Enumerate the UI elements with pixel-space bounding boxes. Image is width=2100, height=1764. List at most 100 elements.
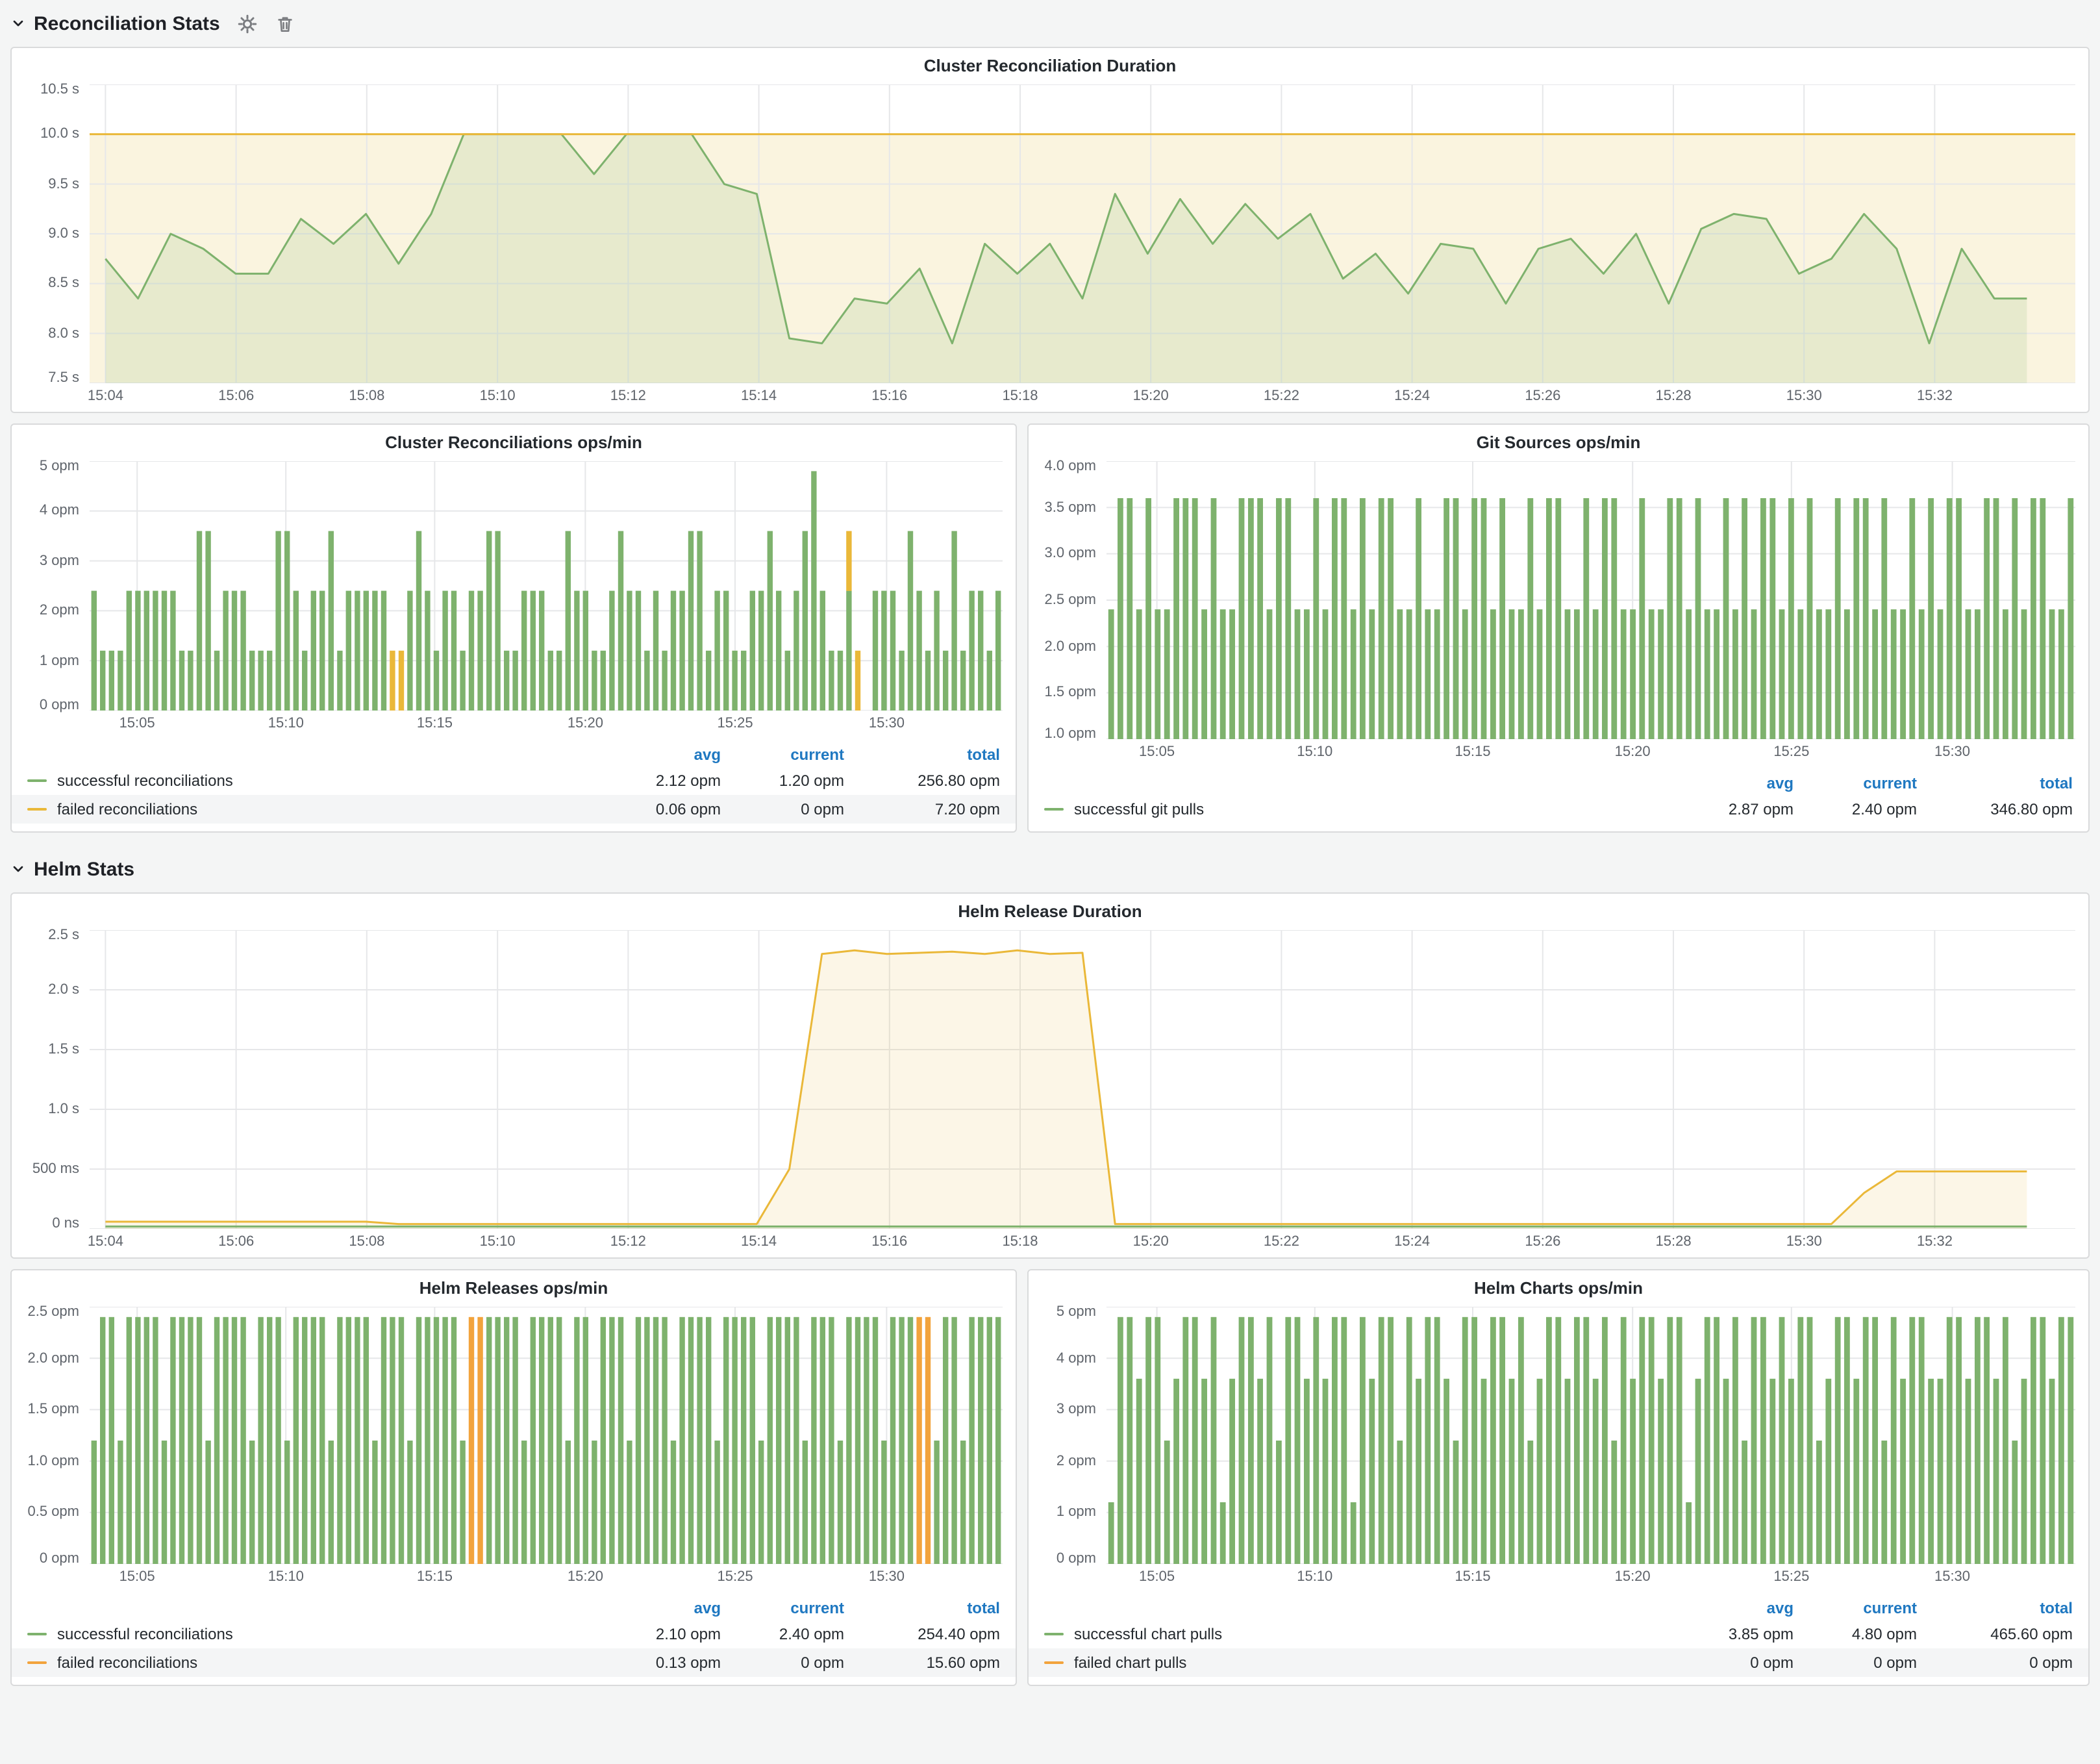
bar[interactable] bbox=[1769, 498, 1775, 739]
bar[interactable] bbox=[846, 531, 851, 591]
bar[interactable] bbox=[1211, 498, 1217, 739]
bar[interactable] bbox=[1667, 1317, 1673, 1564]
bar[interactable] bbox=[329, 531, 334, 711]
bar[interactable] bbox=[197, 531, 202, 711]
bar[interactable] bbox=[2049, 1379, 2055, 1564]
bar[interactable] bbox=[451, 591, 456, 711]
bar[interactable] bbox=[2068, 498, 2073, 739]
bar[interactable] bbox=[477, 591, 482, 711]
bar[interactable] bbox=[794, 591, 799, 711]
bar[interactable] bbox=[311, 1317, 316, 1564]
bar[interactable] bbox=[601, 651, 606, 711]
panel-title[interactable]: Helm Charts ops/min bbox=[1029, 1270, 2088, 1307]
bar[interactable] bbox=[1518, 1317, 1524, 1564]
bar[interactable] bbox=[1285, 1317, 1291, 1564]
bar[interactable] bbox=[679, 1317, 684, 1564]
bar[interactable] bbox=[1956, 1317, 1962, 1564]
bar[interactable] bbox=[1397, 609, 1403, 739]
bar[interactable] bbox=[1863, 1317, 1869, 1564]
bar[interactable] bbox=[1555, 1317, 1561, 1564]
legend-header-avg[interactable]: avg bbox=[597, 745, 721, 763]
bar[interactable] bbox=[1509, 609, 1515, 739]
legend-series-label[interactable]: failed chart pulls bbox=[1044, 1654, 1670, 1672]
bar[interactable] bbox=[750, 591, 755, 711]
bar[interactable] bbox=[688, 531, 694, 711]
bar[interactable] bbox=[1602, 498, 1608, 739]
bar[interactable] bbox=[1975, 609, 1981, 739]
row-delete-button[interactable] bbox=[276, 14, 295, 33]
bar[interactable] bbox=[714, 1441, 719, 1564]
bar[interactable] bbox=[671, 591, 676, 711]
bar[interactable] bbox=[2031, 498, 2036, 739]
bar[interactable] bbox=[1397, 1441, 1403, 1564]
bar[interactable] bbox=[1173, 498, 1179, 739]
bar[interactable] bbox=[1332, 1317, 1338, 1564]
bar[interactable] bbox=[855, 651, 860, 711]
bar[interactable] bbox=[1658, 609, 1664, 739]
bar[interactable] bbox=[1509, 1379, 1515, 1564]
bar[interactable] bbox=[1966, 609, 1971, 739]
bar[interactable] bbox=[925, 1317, 931, 1564]
bar[interactable] bbox=[803, 1441, 808, 1564]
bar[interactable] bbox=[531, 591, 536, 711]
legend-header-current[interactable]: current bbox=[1794, 1598, 1917, 1617]
bar[interactable] bbox=[723, 591, 729, 711]
bar[interactable] bbox=[1229, 609, 1235, 739]
bar[interactable] bbox=[644, 1317, 649, 1564]
bar[interactable] bbox=[170, 1317, 175, 1564]
bar[interactable] bbox=[1555, 498, 1561, 739]
bar[interactable] bbox=[1956, 498, 1962, 739]
bar[interactable] bbox=[1192, 1317, 1198, 1564]
bar[interactable] bbox=[1388, 1317, 1394, 1564]
bar[interactable] bbox=[1835, 498, 1841, 739]
bar[interactable] bbox=[2031, 1317, 2036, 1564]
bar[interactable] bbox=[1947, 498, 1953, 739]
bar[interactable] bbox=[601, 1317, 606, 1564]
bar[interactable] bbox=[1658, 1379, 1664, 1564]
bar[interactable] bbox=[1732, 1317, 1738, 1564]
bar[interactable] bbox=[1686, 609, 1692, 739]
bar[interactable] bbox=[697, 1317, 702, 1564]
bar[interactable] bbox=[1816, 609, 1822, 739]
bar[interactable] bbox=[768, 531, 773, 711]
bar[interactable] bbox=[127, 1317, 132, 1564]
bar[interactable] bbox=[574, 1317, 579, 1564]
bar[interactable] bbox=[1499, 1317, 1505, 1564]
bar[interactable] bbox=[2021, 609, 2027, 739]
bar[interactable] bbox=[539, 591, 544, 711]
helm_duration-chart-svg[interactable] bbox=[90, 930, 2075, 1229]
bar[interactable] bbox=[451, 1317, 456, 1564]
git_sources-chart-svg[interactable] bbox=[1106, 461, 2075, 739]
bar[interactable] bbox=[987, 651, 992, 711]
bar[interactable] bbox=[741, 1317, 746, 1564]
bar[interactable] bbox=[548, 1317, 553, 1564]
bar[interactable] bbox=[1714, 609, 1719, 739]
bar[interactable] bbox=[636, 591, 641, 711]
bar[interactable] bbox=[1388, 498, 1394, 739]
bar[interactable] bbox=[873, 1317, 878, 1564]
bar[interactable] bbox=[960, 1441, 966, 1564]
bar[interactable] bbox=[636, 1317, 641, 1564]
bar[interactable] bbox=[855, 1317, 860, 1564]
bar[interactable] bbox=[1257, 1379, 1263, 1564]
bar[interactable] bbox=[873, 591, 878, 711]
bar[interactable] bbox=[1742, 1441, 1747, 1564]
bar[interactable] bbox=[284, 531, 290, 711]
bar[interactable] bbox=[829, 651, 834, 711]
bar[interactable] bbox=[1239, 498, 1245, 739]
bar[interactable] bbox=[1779, 1317, 1785, 1564]
bar[interactable] bbox=[1304, 609, 1310, 739]
bar[interactable] bbox=[399, 651, 404, 711]
bar[interactable] bbox=[372, 591, 377, 711]
bar[interactable] bbox=[442, 1317, 447, 1564]
bar[interactable] bbox=[1742, 498, 1747, 739]
bar[interactable] bbox=[1797, 1317, 1803, 1564]
bar[interactable] bbox=[583, 1317, 588, 1564]
bar[interactable] bbox=[943, 651, 948, 711]
bar[interactable] bbox=[1788, 1379, 1794, 1564]
bar[interactable] bbox=[1593, 609, 1599, 739]
bar[interactable] bbox=[723, 1317, 729, 1564]
bar[interactable] bbox=[1994, 498, 1999, 739]
bar[interactable] bbox=[644, 651, 649, 711]
bar[interactable] bbox=[372, 1441, 377, 1564]
